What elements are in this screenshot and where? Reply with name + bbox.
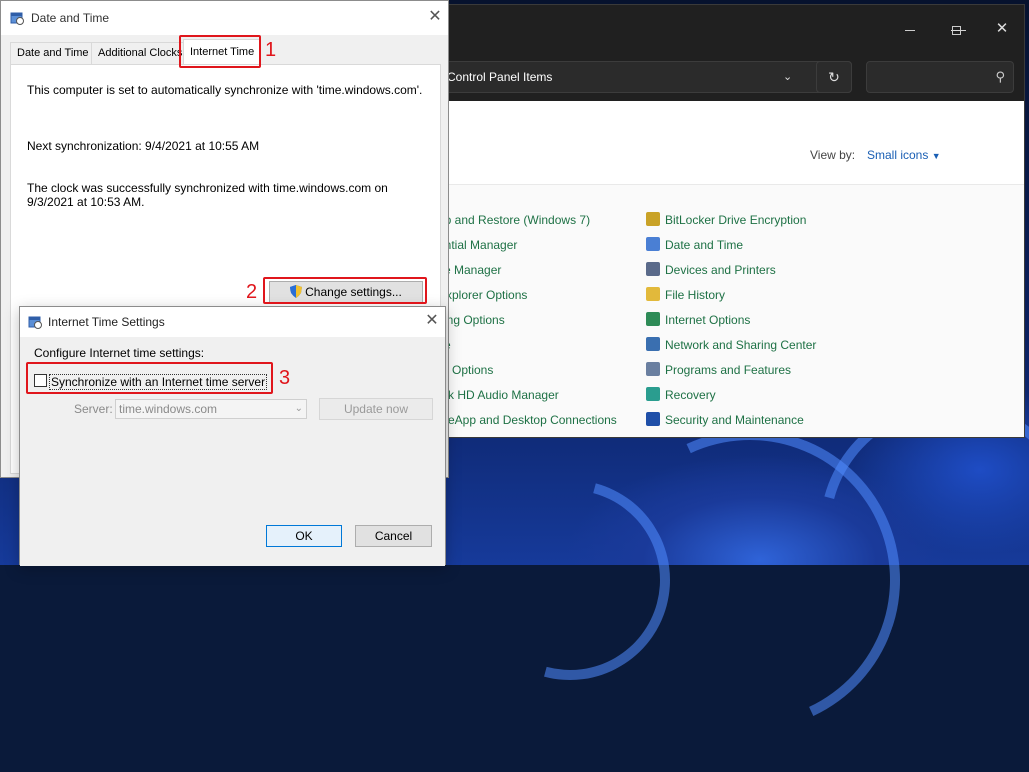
cp-item-left[interactable]: king Options bbox=[446, 311, 505, 329]
cp-item-left[interactable]: up and Restore (Windows 7) bbox=[446, 211, 590, 229]
cp-item-left[interactable]: ce Manager bbox=[446, 261, 501, 279]
bitlocker-icon bbox=[646, 212, 660, 226]
address-text: Control Panel Items bbox=[447, 70, 553, 84]
annotation-number-1: 1 bbox=[265, 39, 277, 61]
next-sync-text: Next synchronization: 9/4/2021 at 10:55 … bbox=[27, 139, 260, 153]
view-by-dropdown[interactable]: Small icons ▼ bbox=[867, 148, 941, 162]
minimize-icon bbox=[905, 29, 915, 31]
control-panel-body: View by: Small icons ▼ up and Restore (W… bbox=[446, 101, 1024, 437]
date-time-app-icon bbox=[10, 12, 24, 25]
view-bar: View by: Small icons ▼ bbox=[446, 101, 1024, 185]
clock-icon bbox=[646, 237, 660, 251]
cp-item-label: Recovery bbox=[665, 388, 716, 402]
cp-item-label: Network and Sharing Center bbox=[665, 338, 817, 352]
cp-item-right[interactable]: Network and Sharing Center bbox=[646, 336, 816, 354]
view-by-value: Small icons bbox=[867, 148, 929, 162]
cp-item-label: BitLocker Drive Encryption bbox=[665, 213, 807, 227]
maximize-button[interactable] bbox=[946, 19, 966, 39]
window-controls: ✕ bbox=[446, 5, 1024, 53]
tab-additional-clocks[interactable]: Additional Clocks bbox=[91, 42, 190, 64]
sync-success-text: The clock was successfully synchronized … bbox=[27, 181, 388, 195]
address-bar[interactable]: Control Panel Items ⌄ bbox=[446, 61, 852, 93]
sync-success-date: 9/3/2021 at 10:53 AM. bbox=[27, 195, 145, 209]
close-icon: ✕ bbox=[995, 20, 1009, 37]
recovery-icon bbox=[646, 387, 660, 401]
annotation-box-3 bbox=[26, 362, 273, 394]
cp-item-left[interactable]: Explorer Options bbox=[446, 286, 527, 304]
ok-button[interactable]: OK bbox=[266, 525, 342, 547]
search-input[interactable]: ⚲ bbox=[866, 61, 1014, 93]
network-icon bbox=[646, 337, 660, 351]
cp-item-label: Internet Options bbox=[665, 313, 751, 327]
cancel-button[interactable]: Cancel bbox=[355, 525, 432, 547]
cp-item-label: Programs and Features bbox=[665, 363, 792, 377]
server-select[interactable]: time.windows.com ⌄ bbox=[115, 399, 307, 419]
address-bar-area: Control Panel Items ⌄ ↻ ⚲ bbox=[446, 53, 1024, 101]
file-history-icon bbox=[646, 287, 660, 301]
close-button[interactable]: ✕ bbox=[992, 19, 1012, 39]
close-button[interactable]: ✕ bbox=[422, 311, 442, 331]
cp-item-left[interactable]: er Options bbox=[446, 361, 493, 379]
cp-item-right[interactable]: Security and Maintenance bbox=[646, 411, 804, 429]
cp-item-left[interactable]: oteApp and Desktop Connections bbox=[446, 411, 617, 429]
close-button[interactable]: ✕ bbox=[425, 7, 445, 27]
view-by-label: View by: bbox=[810, 148, 856, 162]
server-value: time.windows.com bbox=[119, 402, 218, 416]
its-titlebar: Internet Time Settings ✕ bbox=[20, 307, 445, 337]
cp-item-right[interactable]: Programs and Features bbox=[646, 361, 791, 379]
sync-status-text: This computer is set to automatically sy… bbox=[27, 83, 423, 97]
programs-icon bbox=[646, 362, 660, 376]
cp-item-right[interactable]: Recovery bbox=[646, 386, 716, 404]
chevron-down-icon: ⌄ bbox=[294, 403, 303, 414]
close-icon: ✕ bbox=[428, 8, 442, 25]
cp-item-left[interactable]: ential Manager bbox=[446, 236, 517, 254]
cp-item-right[interactable]: Internet Options bbox=[646, 311, 750, 329]
globe-icon bbox=[646, 312, 660, 326]
maximize-icon bbox=[951, 25, 961, 35]
cp-item-label: File History bbox=[665, 288, 726, 302]
control-panel-window: — ✕ Control Panel Items ⌄ ↻ ⚲ View by: S… bbox=[445, 4, 1025, 438]
annotation-box-1 bbox=[179, 35, 261, 68]
its-dialog-title: Internet Time Settings bbox=[48, 315, 165, 329]
annotation-number-3: 3 bbox=[279, 367, 291, 389]
chevron-down-icon[interactable]: ⌄ bbox=[783, 62, 792, 92]
dialog-title: Date and Time bbox=[31, 11, 110, 25]
cp-item-right[interactable]: File History bbox=[646, 286, 725, 304]
printer-icon bbox=[646, 262, 660, 276]
refresh-button[interactable]: ↻ bbox=[816, 61, 852, 93]
cp-item-right[interactable]: Devices and Printers bbox=[646, 261, 776, 279]
cp-item-label: Security and Maintenance bbox=[665, 413, 804, 427]
tab-date-and-time[interactable]: Date and Time bbox=[10, 42, 96, 64]
date-time-titlebar: Date and Time ✕ bbox=[1, 1, 448, 35]
dropdown-arrow-icon: ▼ bbox=[931, 151, 941, 161]
configure-label: Configure Internet time settings: bbox=[34, 346, 205, 360]
internet-time-settings-dialog: Internet Time Settings ✕ Configure Inter… bbox=[19, 306, 446, 566]
annotation-number-2: 2 bbox=[246, 281, 258, 303]
internet-time-app-icon bbox=[28, 316, 42, 329]
cp-item-label: Devices and Printers bbox=[665, 263, 776, 277]
cp-item-label: Date and Time bbox=[665, 238, 744, 252]
annotation-box-2 bbox=[263, 277, 427, 304]
search-icon: ⚲ bbox=[995, 69, 1005, 84]
server-label: Server: bbox=[74, 402, 113, 416]
refresh-icon: ↻ bbox=[828, 69, 840, 85]
minimize-button[interactable] bbox=[900, 19, 920, 39]
cp-item-right[interactable]: Date and Time bbox=[646, 236, 743, 254]
cp-item-left[interactable]: tek HD Audio Manager bbox=[446, 386, 559, 404]
close-icon: ✕ bbox=[425, 312, 439, 329]
cp-item-right[interactable]: BitLocker Drive Encryption bbox=[646, 211, 806, 229]
update-now-button[interactable]: Update now bbox=[319, 398, 433, 420]
flag-icon bbox=[646, 412, 660, 426]
control-panel-items: up and Restore (Windows 7) ential Manager… bbox=[446, 185, 1024, 437]
